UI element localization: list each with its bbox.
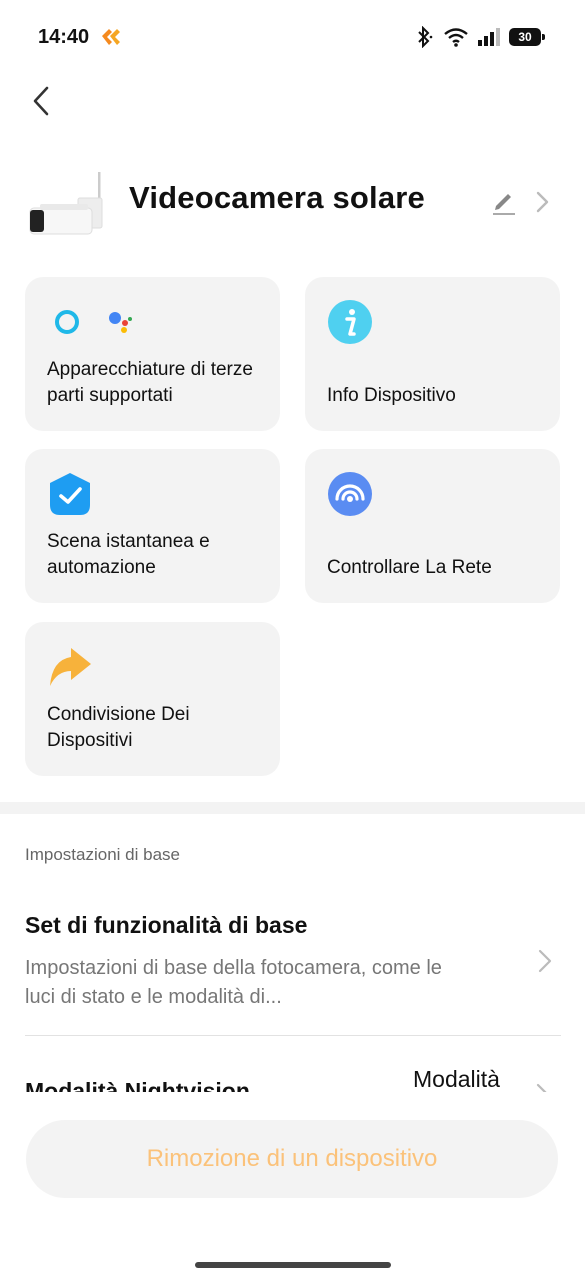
chevron-right-icon: [536, 1083, 547, 1092]
status-icons: 30: [413, 25, 545, 49]
bluetooth-icon: [418, 26, 433, 48]
card-automation[interactable]: Scena istantanea e automazione: [25, 449, 280, 603]
wifi-icon: [444, 28, 468, 47]
device-name: Videocamera solare: [129, 180, 425, 215]
card-label: Scena istantanea e automazione: [47, 531, 210, 578]
setting-title: Modalità Nightvision: [25, 1078, 250, 1092]
signal-icon: [478, 28, 500, 46]
battery-icon: 30: [509, 28, 545, 46]
section-title: Impostazioni di base: [25, 845, 180, 864]
home-indicator[interactable]: [195, 1262, 391, 1268]
info-icon: [328, 300, 372, 344]
setting-title: Set di funzionalità di base: [25, 912, 308, 938]
card-share[interactable]: Condivisione Dei Dispositivi: [25, 622, 280, 776]
remove-device-button[interactable]: Rimozione di un dispositivo: [26, 1120, 558, 1198]
section-divider: [0, 802, 585, 814]
automation-check-icon: [50, 473, 90, 515]
card-label: Apparecchiature di terze parti supportat…: [47, 359, 253, 406]
card-label: Condivisione Dei Dispositivi: [47, 704, 190, 751]
status-bar: 14:40 30: [0, 0, 585, 72]
device-header[interactable]: Videocamera solare: [0, 160, 585, 244]
chevron-right-icon[interactable]: [532, 188, 552, 216]
network-check-icon: [328, 472, 372, 516]
setting-description: Impostazioni di base della fotocamera, c…: [25, 957, 442, 1008]
card-label: Controllare La Rete: [327, 557, 492, 578]
camera-thumbnail: [29, 172, 103, 235]
setting-nightvision[interactable]: Modalità Nightvision Modalità: [0, 1036, 585, 1092]
card-third-party[interactable]: Apparecchiature di terze parti supportat…: [25, 277, 280, 431]
share-arrow-icon: [50, 648, 91, 686]
card-network[interactable]: Controllare La Rete: [305, 449, 560, 603]
card-label: Info Dispositivo: [327, 385, 456, 406]
notification-icon: [102, 29, 120, 45]
setting-value: Modalità: [413, 1066, 500, 1092]
setting-basic-features[interactable]: Set di funzionalità di base Impostazioni…: [25, 904, 561, 1034]
chevron-right-icon: [538, 949, 552, 973]
card-device-info[interactable]: Info Dispositivo: [305, 277, 560, 431]
alexa-google-assistant-icon: [55, 310, 132, 334]
back-button[interactable]: [26, 84, 60, 118]
pencil-icon[interactable]: [490, 188, 518, 216]
status-time: 14:40: [38, 26, 90, 48]
